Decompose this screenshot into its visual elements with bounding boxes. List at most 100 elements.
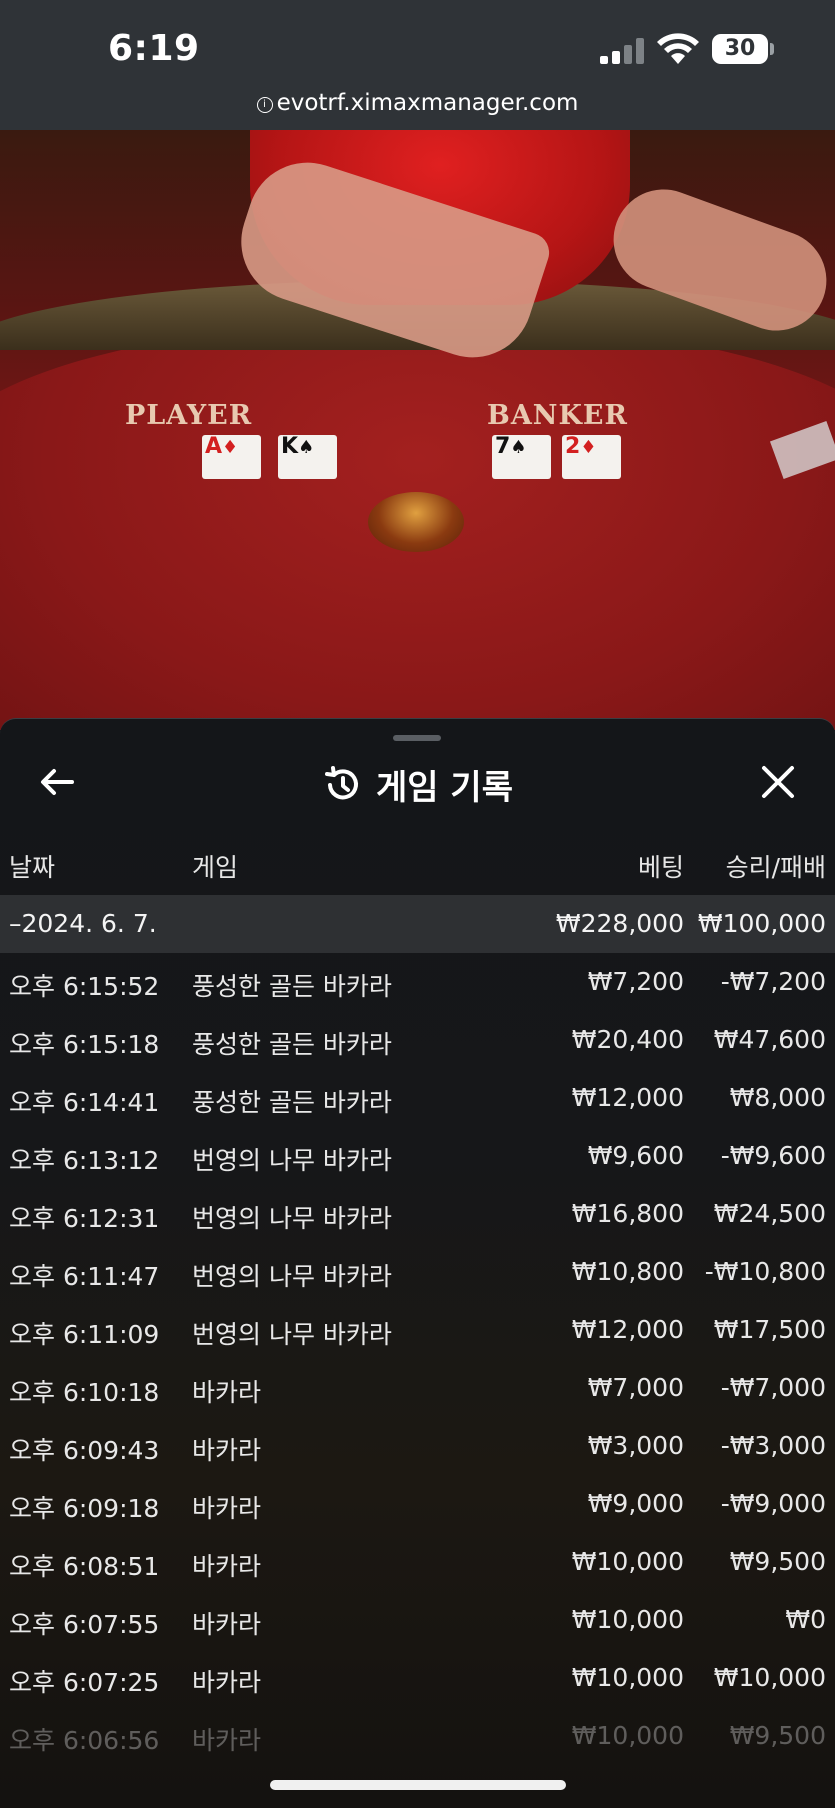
row-game: 바카라 <box>192 1494 262 1523</box>
row-result: -₩9,000 <box>720 1489 826 1518</box>
row-time: 오후 6:11:09 <box>9 1320 160 1349</box>
row-bet: ₩16,800 <box>571 1199 684 1228</box>
row-game: 바카라 <box>192 1610 262 1639</box>
row-game: 번영의 나무 바카라 <box>192 1204 392 1233</box>
row-time: 오후 6:15:52 <box>9 972 160 1001</box>
history-row[interactable]: 오후 6:08:51 바카라 ₩10,000 ₩9,500 <box>0 1533 835 1591</box>
row-result: ₩24,500 <box>713 1199 826 1228</box>
row-game: 풍성한 골든 바카라 <box>192 972 392 1001</box>
date-group-bet-total: ₩228,000 <box>555 909 684 938</box>
row-bet: ₩3,000 <box>587 1431 684 1460</box>
column-header-win-loss: 승리/패배 <box>725 853 826 882</box>
history-row[interactable]: 오후 6:09:18 바카라 ₩9,000 -₩9,000 <box>0 1475 835 1533</box>
home-indicator[interactable] <box>270 1780 566 1790</box>
banker-label: BANKER <box>487 400 628 431</box>
row-result: ₩17,500 <box>713 1315 826 1344</box>
player-label: PLAYER <box>125 400 253 431</box>
row-result: ₩9,500 <box>729 1547 826 1576</box>
row-bet: ₩7,000 <box>587 1373 684 1402</box>
row-game: 풍성한 골든 바카라 <box>192 1088 392 1117</box>
row-time: 오후 6:12:31 <box>9 1204 160 1233</box>
status-bar: 6:19 30 i evotrf.ximaxmanager.com <box>0 0 835 130</box>
battery-tip <box>770 43 774 55</box>
row-result: ₩8,000 <box>729 1083 826 1112</box>
row-result: -₩10,800 <box>704 1257 826 1286</box>
row-game: 바카라 <box>192 1726 262 1755</box>
drag-handle[interactable] <box>393 735 441 741</box>
row-time: 오후 6:07:55 <box>9 1610 160 1639</box>
row-bet: ₩20,400 <box>571 1025 684 1054</box>
history-row[interactable]: 오후 6:09:43 바카라 ₩3,000 -₩3,000 <box>0 1417 835 1475</box>
column-header-bet: 베팅 <box>637 853 684 882</box>
row-game: 바카라 <box>192 1436 262 1465</box>
row-game: 풍성한 골든 바카라 <box>192 1030 392 1059</box>
row-time: 오후 6:14:41 <box>9 1088 160 1117</box>
date-group-row[interactable]: –2024. 6. 7. ₩228,000 ₩100,000 <box>0 895 835 953</box>
row-time: 오후 6:08:51 <box>9 1552 160 1581</box>
history-icon <box>325 765 358 799</box>
history-row[interactable]: 오후 6:15:52 풍성한 골든 바카라 ₩7,200 -₩7,200 <box>0 953 835 1011</box>
row-result: -₩7,000 <box>720 1373 826 1402</box>
row-time: 오후 6:11:47 <box>9 1262 160 1291</box>
history-row[interactable]: 오후 6:11:09 번영의 나무 바카라 ₩12,000 ₩17,500 <box>0 1301 835 1359</box>
row-time: 오후 6:07:25 <box>9 1668 160 1697</box>
address-bar[interactable]: i evotrf.ximaxmanager.com <box>0 90 835 116</box>
close-icon[interactable] <box>756 762 800 802</box>
row-time: 오후 6:15:18 <box>9 1030 160 1059</box>
banker-card: 2♦ <box>562 435 621 479</box>
cellular-signal-icon <box>600 38 646 64</box>
row-bet: ₩10,000 <box>571 1663 684 1692</box>
history-list: 오후 6:15:52 풍성한 골든 바카라 ₩7,200 -₩7,200 오후 … <box>0 953 835 1765</box>
status-time: 6:19 <box>108 28 200 69</box>
date-group-win-total: ₩100,000 <box>697 909 826 938</box>
row-result: -₩9,600 <box>720 1141 826 1170</box>
row-time: 오후 6:13:12 <box>9 1146 160 1175</box>
player-card: K♠ <box>278 435 337 479</box>
row-bet: ₩12,000 <box>571 1083 684 1112</box>
history-row[interactable]: 오후 6:14:41 풍성한 골든 바카라 ₩12,000 ₩8,000 <box>0 1069 835 1127</box>
row-game: 바카라 <box>192 1378 262 1407</box>
history-row[interactable]: 오후 6:06:56 바카라 ₩10,000 ₩9,500 <box>0 1707 835 1765</box>
live-video: PLAYER BANKER A♦ K♠ 7♠ 2♦ <box>0 130 835 730</box>
history-row[interactable]: 오후 6:11:47 번영의 나무 바카라 ₩10,800 -₩10,800 <box>0 1243 835 1301</box>
player-card: A♦ <box>202 435 261 479</box>
row-time: 오후 6:10:18 <box>9 1378 160 1407</box>
row-bet: ₩7,200 <box>587 967 684 996</box>
row-bet: ₩9,000 <box>587 1489 684 1518</box>
row-bet: ₩10,800 <box>571 1257 684 1286</box>
history-row[interactable]: 오후 6:15:18 풍성한 골든 바카라 ₩20,400 ₩47,600 <box>0 1011 835 1069</box>
row-game: 번영의 나무 바카라 <box>192 1262 392 1291</box>
row-result: -₩3,000 <box>720 1431 826 1460</box>
info-icon: i <box>256 97 273 113</box>
panel-header: 게임 기록 <box>0 760 835 809</box>
battery-icon: 30 <box>712 34 768 64</box>
row-bet: ₩10,000 <box>571 1605 684 1634</box>
row-game: 번영의 나무 바카라 <box>192 1320 392 1349</box>
history-row[interactable]: 오후 6:10:18 바카라 ₩7,000 -₩7,000 <box>0 1359 835 1417</box>
history-row[interactable]: 오후 6:07:55 바카라 ₩10,000 ₩0 <box>0 1591 835 1649</box>
card-shoe <box>368 492 464 552</box>
row-game: 바카라 <box>192 1668 262 1697</box>
url-text: evotrf.ximaxmanager.com <box>276 90 579 116</box>
row-result: -₩7,200 <box>720 967 826 996</box>
row-time: 오후 6:09:18 <box>9 1494 160 1523</box>
panel-title: 게임 기록 <box>376 768 513 808</box>
banker-card: 7♠ <box>492 435 551 479</box>
column-header-date: 날짜 <box>9 853 56 882</box>
row-result: ₩9,500 <box>729 1721 826 1750</box>
row-game: 번영의 나무 바카라 <box>192 1146 392 1175</box>
history-row[interactable]: 오후 6:12:31 번영의 나무 바카라 ₩16,800 ₩24,500 <box>0 1185 835 1243</box>
row-bet: ₩9,600 <box>587 1141 684 1170</box>
row-time: 오후 6:09:43 <box>9 1436 160 1465</box>
row-time: 오후 6:06:56 <box>9 1726 160 1755</box>
row-game: 바카라 <box>192 1552 262 1581</box>
history-row[interactable]: 오후 6:07:25 바카라 ₩10,000 ₩10,000 <box>0 1649 835 1707</box>
row-bet: ₩12,000 <box>571 1315 684 1344</box>
date-group-label: –2024. 6. 7. <box>9 909 157 938</box>
wifi-icon <box>657 33 699 64</box>
row-result: ₩0 <box>785 1605 826 1634</box>
row-result: ₩10,000 <box>713 1663 826 1692</box>
row-bet: ₩10,000 <box>571 1547 684 1576</box>
column-header-game: 게임 <box>192 853 239 882</box>
history-row[interactable]: 오후 6:13:12 번영의 나무 바카라 ₩9,600 -₩9,600 <box>0 1127 835 1185</box>
